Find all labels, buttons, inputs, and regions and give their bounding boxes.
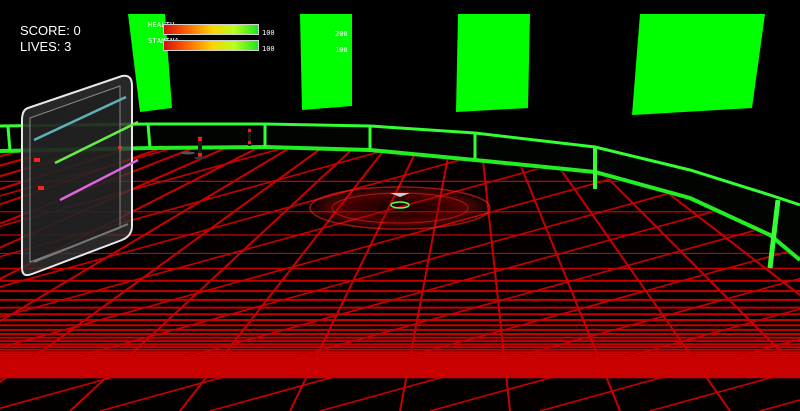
score-display: SCORE: 0 bbox=[20, 23, 81, 38]
health-max: 100 bbox=[262, 29, 275, 37]
readout-bottom: 100 bbox=[335, 46, 348, 54]
pillar bbox=[632, 14, 765, 115]
pillar bbox=[456, 14, 530, 112]
health-bar bbox=[163, 24, 259, 35]
floor-disc bbox=[181, 151, 195, 155]
stamina-bar-fill bbox=[164, 41, 258, 50]
arena-scene bbox=[0, 14, 800, 411]
game-viewport[interactable]: SCORE: 0 LIVES: 3 HEALTH 100 STAMINA 100… bbox=[0, 0, 800, 411]
stamina-bar bbox=[163, 40, 259, 51]
enemy-bot bbox=[248, 128, 251, 146]
lives-display: LIVES: 3 bbox=[20, 39, 72, 54]
stamina-max: 100 bbox=[262, 45, 275, 53]
health-bar-fill bbox=[164, 25, 258, 34]
pillar bbox=[300, 14, 352, 110]
readout-top: 200 bbox=[335, 30, 348, 38]
